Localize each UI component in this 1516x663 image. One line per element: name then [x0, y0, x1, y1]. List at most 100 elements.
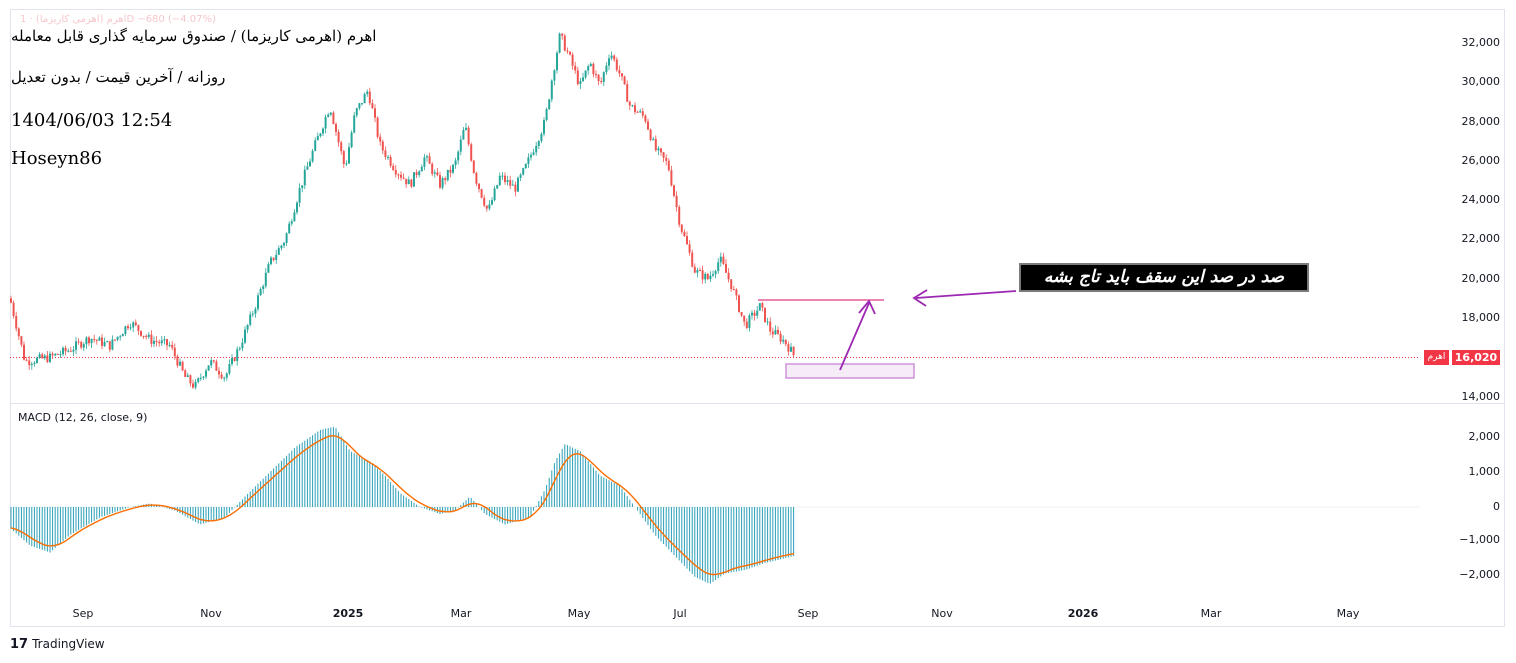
candle-body: [306, 166, 309, 170]
candle-body: [129, 327, 132, 329]
candle-body: [381, 141, 384, 151]
candle-body: [454, 160, 457, 165]
candle-body: [480, 189, 483, 198]
macd-axis-label: −2,000: [1459, 568, 1500, 581]
candle-body: [756, 310, 759, 316]
candle-body: [124, 326, 127, 335]
candle-body: [712, 274, 714, 276]
annotation-callout[interactable]: صد در صد این سقف باید تاج بشه: [1019, 263, 1309, 292]
candle-body: [210, 360, 213, 366]
candle-body: [59, 354, 62, 356]
tradingview-logo[interactable]: 17 TradingView: [10, 637, 105, 652]
candle-body: [368, 91, 371, 104]
candle-body: [285, 233, 288, 243]
candle-body: [197, 378, 200, 382]
candle-body: [683, 231, 686, 237]
time-axis-label: Sep: [72, 607, 94, 620]
candle-body: [33, 362, 36, 364]
candle-body: [758, 303, 761, 311]
candle-body: [605, 65, 608, 73]
candle-body: [782, 339, 785, 342]
candle-body: [446, 169, 449, 181]
candle-body: [790, 346, 792, 352]
candle-body: [709, 275, 712, 280]
candle-body: [587, 66, 590, 71]
candle-body: [764, 307, 766, 322]
candle-body: [714, 271, 717, 275]
tradingview-icon: 17: [10, 637, 29, 652]
candle-body: [415, 172, 418, 176]
candle-body: [155, 340, 158, 343]
price-axis-label: 30,000: [1461, 75, 1501, 88]
candle-body: [498, 175, 501, 186]
candle-body: [10, 298, 12, 303]
candle-body: [205, 370, 207, 377]
candle-body: [108, 341, 111, 350]
candle-body: [675, 195, 678, 207]
candle-body: [54, 353, 57, 356]
candle-body: [389, 156, 392, 166]
macd-legend[interactable]: MACD (12, 26, close, 9): [18, 411, 147, 424]
candle-body: [550, 80, 553, 100]
candle-body: [654, 138, 657, 151]
candle-body: [457, 151, 460, 161]
candle-body: [602, 72, 605, 82]
candle-body: [140, 330, 142, 336]
time-axis-label: Mar: [1200, 607, 1222, 620]
candle-body: [636, 111, 639, 113]
candle-body: [699, 270, 701, 272]
candle-body: [584, 70, 587, 78]
candle-body: [119, 336, 122, 338]
candle-body: [160, 340, 163, 344]
candle-body: [158, 342, 161, 344]
candle-body: [691, 252, 694, 267]
candle-body: [693, 266, 696, 273]
candle-body: [43, 355, 46, 359]
candle-body: [413, 172, 415, 187]
candle-body: [168, 344, 171, 346]
candle-body: [397, 174, 400, 176]
candle-body: [545, 109, 548, 121]
candle-body: [316, 136, 319, 141]
candle-body: [163, 339, 166, 341]
time-axis-label: Nov: [200, 607, 222, 620]
candle-body: [420, 166, 423, 172]
candle-body: [701, 270, 704, 280]
time-axis-label: Nov: [931, 607, 953, 620]
candle-body: [483, 197, 486, 206]
candle-body: [298, 188, 301, 203]
candle-body: [218, 370, 220, 375]
candle-body: [784, 339, 787, 345]
candle-body: [95, 339, 98, 341]
chart-title: اهرم (اهرمی کاریزما) / صندوق سرمایه گذار…: [11, 27, 377, 45]
candle-body: [327, 114, 330, 118]
candle-body: [439, 175, 441, 188]
candle-body: [540, 133, 543, 142]
candle-body: [688, 244, 691, 253]
date-time: 1404/06/03 12:54: [11, 110, 173, 131]
candle-body: [400, 174, 402, 178]
candle-body: [69, 350, 72, 352]
candle-body: [324, 117, 327, 129]
candle-body: [236, 349, 239, 361]
candle-body: [80, 342, 83, 348]
candle-body: [470, 144, 473, 161]
candle-body: [184, 370, 187, 377]
candle-body: [532, 152, 535, 155]
candle-body: [618, 70, 621, 74]
candle-body: [774, 330, 777, 335]
candle-body: [537, 141, 540, 146]
candle-body: [194, 381, 197, 388]
candle-body: [673, 185, 675, 196]
price-axis-label: 14,000: [1461, 390, 1501, 403]
candle-body: [740, 312, 743, 316]
candle-body: [634, 105, 636, 112]
candle-body: [475, 173, 478, 184]
candle-body: [766, 321, 769, 323]
candle-body: [753, 312, 756, 316]
price-pane[interactable]: [0, 0, 1516, 663]
candle-body: [254, 308, 257, 314]
candle-body: [387, 156, 389, 158]
candle-body: [72, 349, 75, 352]
candle-body: [12, 302, 15, 317]
